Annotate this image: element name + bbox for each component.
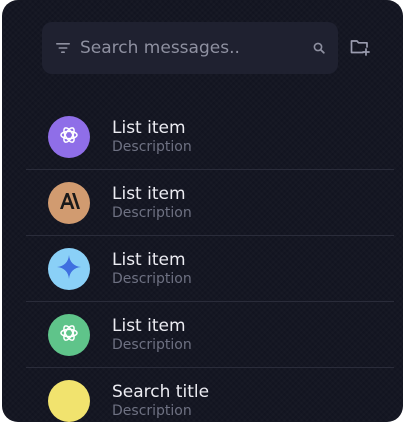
- new-folder-icon[interactable]: [349, 37, 371, 57]
- list-item-title: List item: [112, 250, 186, 270]
- list-item-title: List item: [112, 184, 186, 204]
- avatar: [48, 247, 90, 290]
- list-item[interactable]: Search title Description: [26, 368, 394, 422]
- avatar: [48, 313, 90, 356]
- search-bar[interactable]: [42, 22, 338, 74]
- list-item-description: Description: [112, 271, 192, 287]
- list-item-description: Description: [112, 337, 192, 353]
- avatar: [48, 181, 90, 224]
- openai-logo-icon: [57, 321, 81, 349]
- gemini-sparkle-icon: [56, 254, 82, 284]
- list-item-title: Search title: [112, 382, 210, 402]
- list-item-description: Description: [112, 205, 192, 221]
- chat-list-panel: List item Description List item Descript…: [2, 0, 403, 422]
- filter-icon[interactable]: [56, 41, 70, 55]
- list-item-description: Description: [112, 139, 192, 155]
- conversation-list: List item Description List item Descript…: [26, 104, 394, 422]
- list-item-description: Description: [112, 403, 192, 419]
- search-input[interactable]: [80, 38, 312, 58]
- anthropic-logo-icon: [57, 191, 81, 215]
- list-item[interactable]: List item Description: [26, 170, 394, 236]
- avatar: [48, 115, 90, 158]
- search-icon[interactable]: [312, 41, 326, 55]
- list-item-title: List item: [112, 118, 186, 138]
- list-item[interactable]: List item Description: [26, 236, 394, 302]
- avatar: [48, 379, 90, 422]
- list-item[interactable]: List item Description: [26, 302, 394, 368]
- openai-logo-icon: [57, 123, 81, 151]
- list-item-title: List item: [112, 316, 186, 336]
- list-item[interactable]: List item Description: [26, 104, 394, 170]
